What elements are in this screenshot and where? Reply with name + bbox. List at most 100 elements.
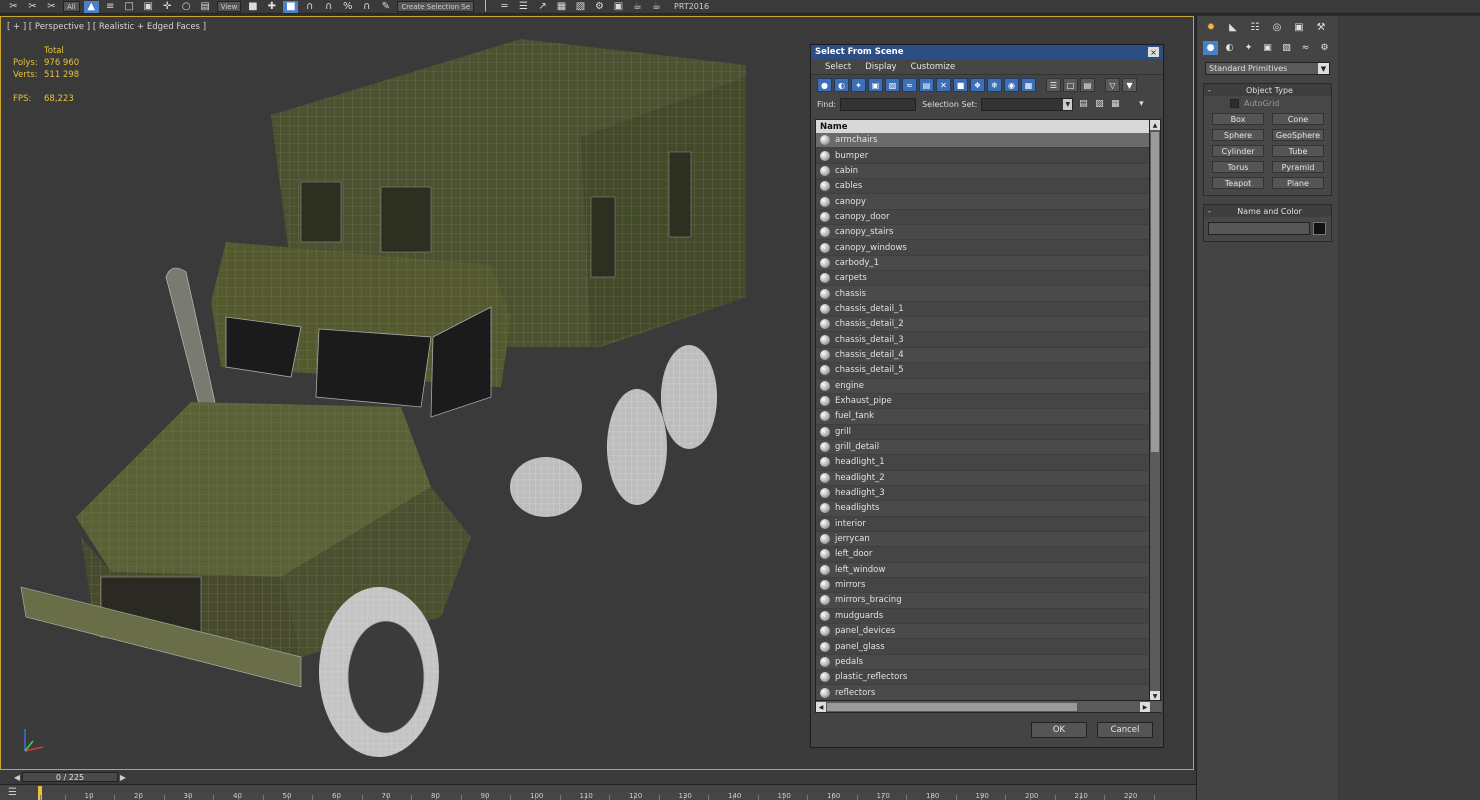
mini-curve-editor-icon[interactable]: ☰	[8, 787, 17, 798]
mirror-icon[interactable]: │	[478, 1, 493, 13]
spacewarps-category-icon[interactable]: ≈	[1298, 41, 1313, 55]
edit-named-selection-icon[interactable]: ✎	[378, 1, 393, 13]
list-item[interactable]: mudguards	[816, 608, 1150, 624]
display-all-icon[interactable]: ▦	[1021, 78, 1036, 92]
list-item[interactable]: cables	[816, 179, 1150, 195]
list-item[interactable]: reflectors	[816, 685, 1150, 701]
list-item[interactable]: jerrycan	[816, 531, 1150, 548]
list-item[interactable]: panel_glass	[816, 639, 1150, 655]
unlink-icon[interactable]: ✂	[25, 1, 40, 13]
list-item[interactable]: chassis_detail_2	[816, 317, 1150, 333]
select-by-name-icon[interactable]: ≡	[103, 1, 118, 13]
display-lights-icon[interactable]: ✦	[851, 78, 866, 92]
hscrollbar-thumb[interactable]	[827, 703, 1077, 711]
list-item[interactable]: headlight_2	[816, 470, 1150, 486]
cancel-button[interactable]: Cancel	[1097, 722, 1153, 738]
list-item[interactable]: plastic_reflectors	[816, 670, 1150, 686]
menu-select[interactable]: Select	[825, 62, 851, 72]
scroll-up-icon[interactable]: ▲	[1150, 120, 1160, 130]
edit-selection-set-icon[interactable]: ▧	[1093, 98, 1105, 110]
scale-icon[interactable]: ▤	[198, 1, 213, 13]
rendered-frame-icon[interactable]: ▣	[611, 1, 626, 13]
filter-icon[interactable]: ▽	[1105, 78, 1120, 92]
lights-category-icon[interactable]: ✦	[1241, 41, 1256, 55]
list-item[interactable]: headlight_3	[816, 485, 1150, 502]
align-icon[interactable]: ═	[497, 1, 512, 13]
display-frozen-icon[interactable]: ❄	[987, 78, 1002, 92]
percent-snap-icon[interactable]: %	[340, 1, 355, 13]
list-item[interactable]: chassis_detail_1	[816, 301, 1150, 318]
bind-icon[interactable]: ✂	[44, 1, 59, 13]
list-item[interactable]: mirrors_bracing	[816, 593, 1150, 609]
time-slider[interactable]: 0 / 225	[22, 772, 118, 782]
vertical-scrollbar[interactable]: ▲ ▼	[1149, 120, 1160, 701]
display-hidden-icon[interactable]: ◉	[1004, 78, 1019, 92]
list-item[interactable]: chassis	[816, 286, 1150, 302]
rotate-icon[interactable]: ○	[179, 1, 194, 13]
display-tab-icon[interactable]: ▣	[1291, 20, 1307, 34]
select-invert-icon[interactable]: ▤	[1080, 78, 1095, 92]
remove-selection-set-icon[interactable]: ▦	[1109, 98, 1121, 110]
object-color-swatch[interactable]	[1313, 222, 1326, 235]
display-shapes-icon[interactable]: ◐	[834, 78, 849, 92]
teapot-button[interactable]: Teapot	[1212, 177, 1264, 189]
next-frame-icon[interactable]: ▶	[118, 772, 128, 782]
rect-selection-icon[interactable]: □	[122, 1, 137, 13]
render-iterative-icon[interactable]: ☕	[649, 1, 664, 13]
scroll-left-icon[interactable]: ◀	[816, 702, 826, 712]
systems-category-icon[interactable]: ⚙	[1317, 41, 1332, 55]
display-helpers-icon[interactable]: ▧	[885, 78, 900, 92]
list-item[interactable]: canopy	[816, 194, 1150, 210]
list-item[interactable]: headlights	[816, 501, 1150, 517]
close-icon[interactable]: ×	[1148, 47, 1159, 57]
object-type-header[interactable]: - Object Type	[1204, 84, 1331, 96]
display-spacewarps-icon[interactable]: ≈	[902, 78, 917, 92]
named-selection-dropdown[interactable]: Create Selection Se	[397, 1, 475, 12]
primitive-type-dropdown[interactable]: Standard Primitives ▼	[1205, 62, 1330, 75]
object-list-body[interactable]: armchairs bumper cabin cables canopy canopy_d…	[816, 133, 1150, 701]
display-geometry-icon[interactable]: ●	[817, 78, 832, 92]
cylinder-button[interactable]: Cylinder	[1212, 145, 1264, 157]
link-icon[interactable]: ✂	[6, 1, 21, 13]
display-xrefs-icon[interactable]: ✕	[936, 78, 951, 92]
list-item[interactable]: chassis_detail_5	[816, 363, 1150, 379]
selection-set-dropdown[interactable]: ▼	[981, 97, 1074, 111]
pivot-icon[interactable]: ■	[245, 1, 260, 13]
reference-coord-dropdown[interactable]: View	[216, 1, 242, 12]
create-tab-icon[interactable]: ✹	[1203, 20, 1219, 34]
geosphere-button[interactable]: GeoSphere	[1272, 129, 1324, 141]
list-item[interactable]: canopy_windows	[816, 240, 1150, 256]
list-item[interactable]: panel_devices	[816, 624, 1150, 640]
select-object-icon[interactable]: ▲	[83, 0, 99, 13]
pyramid-button[interactable]: Pyramid	[1272, 161, 1324, 173]
display-bones-icon[interactable]: ■	[953, 78, 968, 92]
list-item[interactable]: canopy_stairs	[816, 225, 1150, 241]
angle-snap-icon[interactable]: ∩	[321, 1, 336, 13]
cameras-category-icon[interactable]: ▣	[1260, 41, 1275, 55]
list-item[interactable]: chassis_detail_3	[816, 332, 1150, 348]
viewport-label[interactable]: [ + ] [ Perspective ] [ Realistic + Edge…	[7, 22, 206, 32]
sphere-button[interactable]: Sphere	[1212, 129, 1264, 141]
column-header-name[interactable]: Name	[816, 120, 1150, 133]
list-item[interactable]: headlight_1	[816, 455, 1150, 471]
display-containers-icon[interactable]: ❖	[970, 78, 985, 92]
previous-frame-icon[interactable]: ◀	[12, 772, 22, 782]
name-and-color-header[interactable]: - Name and Color	[1204, 205, 1331, 217]
create-selection-set-icon[interactable]: ▤	[1077, 98, 1089, 110]
material-editor-icon[interactable]: ▧	[573, 1, 588, 13]
filter-options-icon[interactable]: ▼	[1122, 78, 1137, 92]
shapes-category-icon[interactable]: ◐	[1222, 41, 1237, 55]
snap-icon[interactable]: ∩	[302, 1, 317, 13]
display-cameras-icon[interactable]: ▣	[868, 78, 883, 92]
motion-tab-icon[interactable]: ◎	[1269, 20, 1285, 34]
list-item[interactable]: engine	[816, 378, 1150, 394]
render-setup-icon[interactable]: ⚙	[592, 1, 607, 13]
plane-button[interactable]: Plane	[1272, 177, 1324, 189]
torus-button[interactable]: Torus	[1212, 161, 1264, 173]
list-item[interactable]: left_door	[816, 547, 1150, 563]
find-input[interactable]	[840, 97, 917, 111]
list-item[interactable]: pedals	[816, 654, 1150, 671]
display-groups-icon[interactable]: ▤	[919, 78, 934, 92]
dialog-title-bar[interactable]: Select From Scene ×	[811, 45, 1163, 59]
list-item[interactable]: armchairs	[816, 133, 1150, 149]
